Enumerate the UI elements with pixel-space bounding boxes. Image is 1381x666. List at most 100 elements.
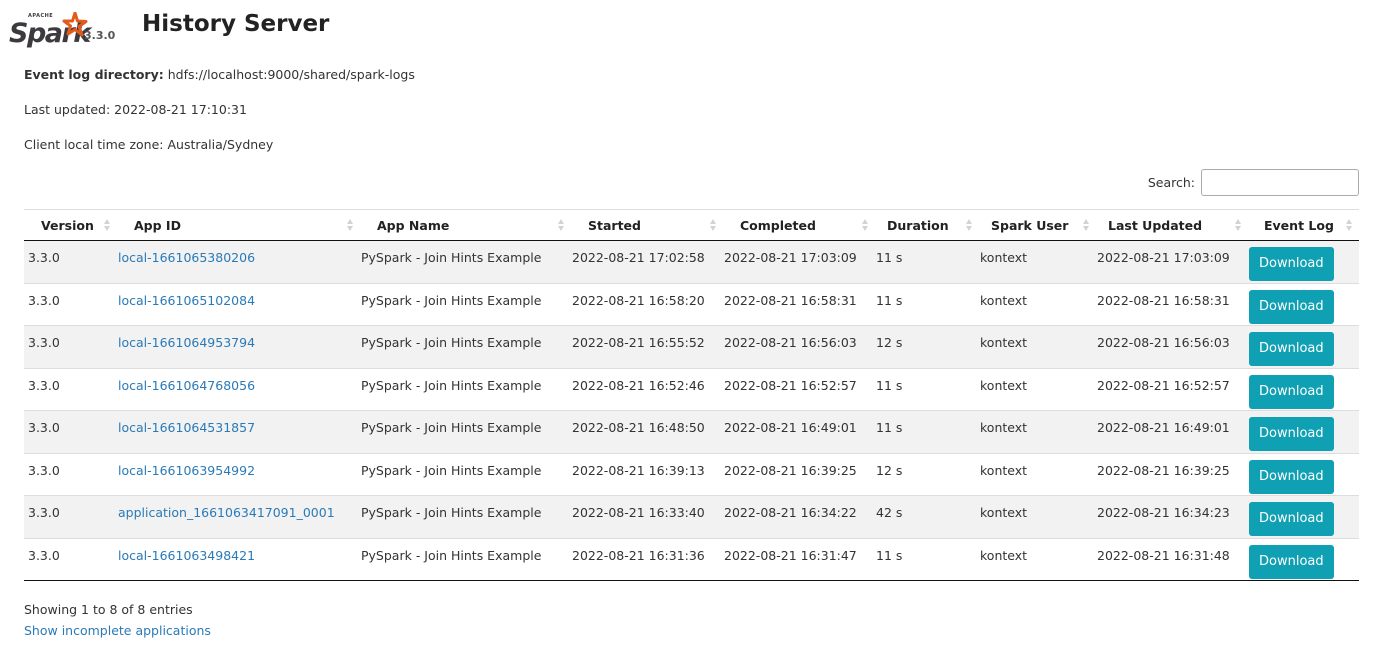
cell-spark-user-text: kontext	[980, 335, 1028, 350]
cell-duration-text: 12 s	[876, 335, 903, 350]
app-id-link[interactable]: local-1661064768056	[118, 378, 255, 393]
sort-icon	[1083, 219, 1090, 232]
cell-app-id: local-1661065102084	[117, 283, 360, 326]
column-header-app-id[interactable]: App ID	[117, 210, 360, 241]
cell-app-name-text: PySpark - Join Hints Example	[361, 420, 542, 435]
spark-logo[interactable]: APACHE Spark	[8, 12, 91, 52]
app-id-link[interactable]: local-1661063498421	[118, 548, 255, 563]
cell-spark-user-text: kontext	[980, 250, 1028, 265]
column-header-started[interactable]: Started	[571, 210, 723, 241]
sort-icon	[1235, 219, 1242, 232]
column-header-version[interactable]: Version	[24, 210, 117, 241]
cell-started: 2022-08-21 16:58:20	[571, 283, 723, 326]
download-button[interactable]: Download	[1249, 289, 1334, 324]
cell-duration-text: 11 s	[876, 250, 903, 265]
download-button[interactable]: Download	[1249, 544, 1334, 579]
cell-spark-user: kontext	[979, 538, 1096, 581]
sort-icon	[710, 219, 717, 232]
client-timezone: Client local time zone: Australia/Sydney	[24, 137, 274, 152]
cell-app-name: PySpark - Join Hints Example	[360, 453, 571, 496]
column-header-duration[interactable]: Duration	[875, 210, 979, 241]
cell-duration-text: 11 s	[876, 292, 903, 308]
cell-started: 2022-08-21 16:52:46	[571, 368, 723, 411]
search-input[interactable]	[1201, 169, 1359, 196]
column-header-event-log[interactable]: Event Log	[1248, 210, 1359, 241]
search-label: Search:	[1147, 175, 1195, 190]
cell-duration-text: 11 s	[876, 547, 903, 563]
cell-version: 3.3.0	[24, 411, 117, 454]
cell-duration-text: 11 s	[876, 420, 903, 435]
cell-version: 3.3.0	[24, 496, 117, 539]
app-id-link[interactable]: local-1661065380206	[118, 250, 255, 265]
cell-spark-user: kontext	[979, 411, 1096, 454]
download-button[interactable]: Download	[1249, 502, 1334, 536]
download-button[interactable]: Download	[1249, 247, 1334, 281]
download-button[interactable]: Download	[1249, 332, 1334, 366]
cell-last-updated: 2022-08-21 16:52:57	[1096, 368, 1248, 411]
cell-spark-user: kontext	[979, 368, 1096, 411]
cell-spark-user-text: kontext	[980, 462, 1028, 478]
cell-app-name: PySpark - Join Hints Example	[360, 241, 571, 284]
cell-duration: 11 s	[875, 411, 979, 454]
cell-started: 2022-08-21 16:55:52	[571, 326, 723, 369]
event-log-value: hdfs://localhost:9000/shared/spark-logs	[167, 67, 415, 82]
download-button[interactable]: Download	[1249, 459, 1334, 494]
column-header-app-name[interactable]: App Name	[360, 210, 571, 241]
download-button[interactable]: Download	[1249, 374, 1334, 409]
cell-last-updated-text: 2022-08-21 16:31:48	[1097, 547, 1230, 563]
column-header-last-updated[interactable]: Last Updated	[1096, 210, 1248, 241]
sort-icon	[862, 219, 869, 232]
column-header-completed[interactable]: Completed	[723, 210, 875, 241]
sort-icon	[1346, 219, 1353, 232]
app-id-link[interactable]: local-1661063954992	[118, 463, 255, 478]
sort-icon	[558, 219, 565, 232]
cell-app-name: PySpark - Join Hints Example	[360, 326, 571, 369]
cell-version: 3.3.0	[24, 453, 117, 496]
cell-last-updated: 2022-08-21 16:39:25	[1096, 453, 1248, 496]
page-header: APACHE Spark	[8, 4, 91, 52]
cell-last-updated: 2022-08-21 16:58:31	[1096, 283, 1248, 326]
cell-started: 2022-08-21 16:39:13	[571, 453, 723, 496]
cell-last-updated-text: 2022-08-21 16:52:57	[1097, 377, 1230, 393]
cell-started: 2022-08-21 16:48:50	[571, 411, 723, 454]
cell-app-id: local-1661064531857	[117, 411, 360, 454]
sort-icon	[347, 219, 354, 232]
cell-app-id: local-1661064768056	[117, 368, 360, 411]
cell-completed-text: 2022-08-21 16:56:03	[724, 335, 857, 350]
table-row: 3.3.0 local-1661063498421 PySpark - Join H…	[24, 538, 1359, 581]
app-id-link[interactable]: local-1661065102084	[118, 293, 255, 308]
app-id-link[interactable]: application_1661063417091_0001	[118, 505, 335, 520]
cell-started-text: 2022-08-21 17:02:58	[572, 250, 705, 265]
cell-last-updated: 2022-08-21 16:56:03	[1096, 326, 1248, 369]
cell-app-id: local-1661063498421	[117, 538, 360, 581]
cell-version: 3.3.0	[24, 241, 117, 284]
cell-completed-text: 2022-08-21 16:39:25	[724, 462, 857, 478]
cell-duration: 11 s	[875, 538, 979, 581]
page-title: History Server	[142, 11, 330, 37]
cell-event-log: Download	[1248, 496, 1359, 539]
cell-last-updated-text: 2022-08-21 16:56:03	[1097, 335, 1230, 350]
cell-duration-text: 12 s	[876, 462, 903, 478]
cell-duration: 12 s	[875, 326, 979, 369]
download-button[interactable]: Download	[1249, 417, 1334, 451]
cell-spark-user-text: kontext	[980, 377, 1028, 393]
cell-last-updated: 2022-08-21 16:34:23	[1096, 496, 1248, 539]
cell-completed: 2022-08-21 16:56:03	[723, 326, 875, 369]
app-id-link[interactable]: local-1661064953794	[118, 335, 255, 350]
cell-app-name: PySpark - Join Hints Example	[360, 368, 571, 411]
cell-app-id: application_1661063417091_0001	[117, 496, 360, 539]
cell-spark-user: kontext	[979, 283, 1096, 326]
cell-app-name-text: PySpark - Join Hints Example	[361, 292, 542, 308]
cell-duration: 42 s	[875, 496, 979, 539]
cell-completed: 2022-08-21 17:03:09	[723, 241, 875, 284]
cell-last-updated: 2022-08-21 16:31:48	[1096, 538, 1248, 581]
search-box: Search:	[1148, 169, 1359, 196]
show-incomplete-link[interactable]: Show incomplete applications	[24, 623, 211, 638]
cell-version: 3.3.0	[24, 326, 117, 369]
cell-version-text: 3.3.0	[28, 250, 60, 265]
app-id-link[interactable]: local-1661064531857	[118, 420, 255, 435]
column-header-spark-user[interactable]: Spark User	[979, 210, 1096, 241]
cell-event-log: Download	[1248, 411, 1359, 454]
cell-app-name-text: PySpark - Join Hints Example	[361, 547, 542, 563]
cell-started-text: 2022-08-21 16:52:46	[572, 377, 705, 393]
